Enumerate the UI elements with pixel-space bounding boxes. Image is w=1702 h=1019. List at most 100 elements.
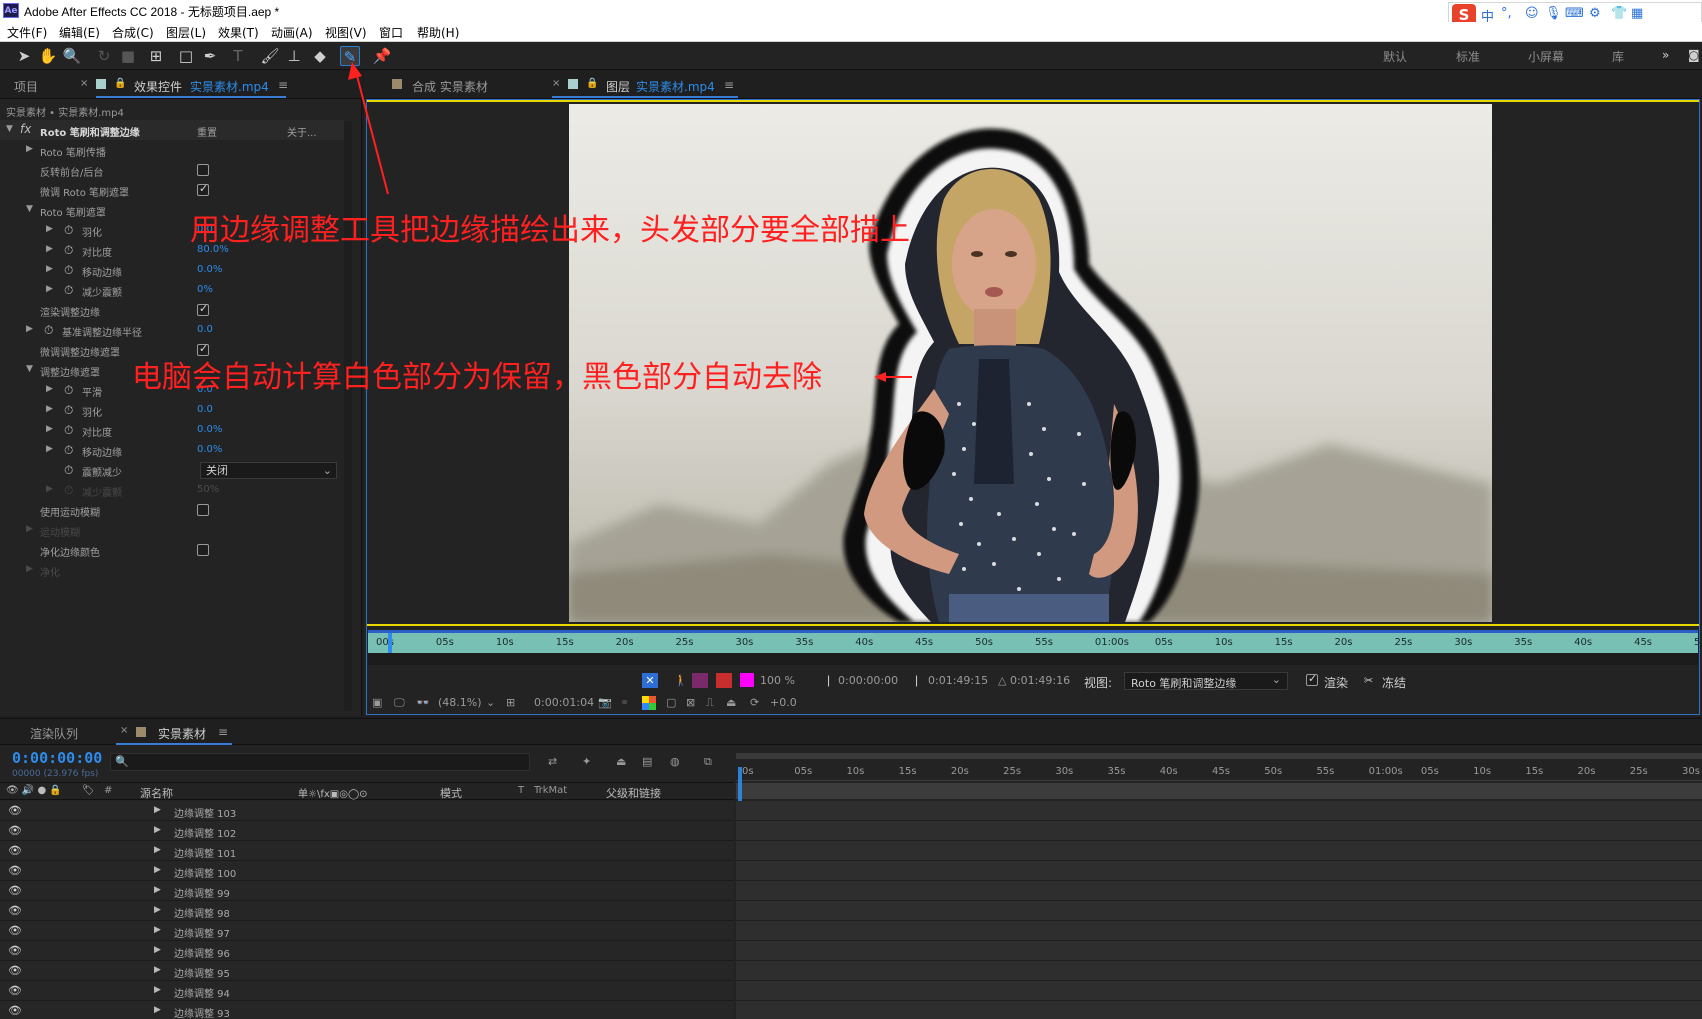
expand-icon[interactable]: ▶ [154,885,161,895]
overlay-opacity[interactable]: 100 % [760,674,795,687]
label-icon[interactable]: 🏷 [82,785,95,796]
set-out-point-icon[interactable]: ❘ [912,674,921,687]
expand-icon[interactable]: ▶ [154,845,161,855]
expand-icon[interactable]: ▶ [26,324,33,334]
tab-timeline-comp[interactable]: 实景素材 [158,725,206,742]
stopwatch-icon[interactable]: ⏱ [64,443,73,458]
pen-tool-icon[interactable]: ✒ [200,46,220,66]
frame-blending-icon[interactable]: ▤ [642,755,652,768]
workspace-default[interactable]: 默认 [1383,48,1407,65]
exposure-value[interactable]: +0.0 [770,696,797,709]
tab-close-icon[interactable]: × [80,78,88,89]
graph-editor-icon[interactable]: ⧉ [704,755,712,769]
layer-track[interactable] [736,801,1702,821]
menu-effect[interactable]: 效果(T) [218,24,259,41]
workspace-library[interactable]: 库 [1612,48,1624,65]
magnification[interactable]: (48.1%) [438,696,482,709]
prop-value[interactable]: 0.0% [197,424,222,435]
channels-icon[interactable] [642,696,656,710]
layer-track[interactable] [736,841,1702,861]
workspace-small-screen[interactable]: 小屏幕 [1528,48,1564,65]
prop-shift-edge-2[interactable]: ▶ ⏱ 移动边缘 0.0% [0,440,344,460]
visibility-eye-icon[interactable]: 👁 [8,864,22,877]
prop-value[interactable]: 0.0% [197,444,222,455]
expand-icon[interactable]: ▶ [154,825,161,835]
layer-row[interactable]: 👁 ▶ 边缘调整 96 [0,941,734,961]
prop-invert[interactable]: 反转前台/后台 [0,160,344,180]
lock-icon[interactable]: 🔒 [114,78,126,89]
hand-tool-icon[interactable]: ✋ [38,46,58,66]
prop-reduce-chatter[interactable]: ▶ ⏱ 减少震颤 0% [0,280,344,300]
panel-menu-icon[interactable]: ≡ [278,78,288,92]
expand-icon[interactable]: ▶ [46,264,53,274]
expand-icon[interactable]: ▶ [154,945,161,955]
skin-icon[interactable]: 👕 [1611,6,1627,21]
menu-window[interactable]: 窗口 [379,24,403,41]
layer-track[interactable] [736,941,1702,961]
visibility-eye-icon[interactable]: 👁 [8,884,22,897]
expand-icon[interactable]: ▶ [154,965,161,975]
fast-previews-icon[interactable]: ⏏ [726,696,736,709]
workspace-standard[interactable]: 标准 [1456,48,1480,65]
snapshot-icon[interactable]: 📷 [598,696,612,709]
set-in-point-icon[interactable]: ❘ [824,674,833,687]
always-preview-icon[interactable]: ▣ [372,696,382,709]
expand-icon[interactable]: ▶ [154,865,161,875]
render-refine-checkbox[interactable] [197,302,209,316]
stopwatch-icon[interactable]: ⏱ [64,223,73,238]
invert-checkbox[interactable] [197,164,209,176]
rotate-tool-icon[interactable]: ↻ [94,46,114,66]
draft-3d-icon[interactable]: ✦ [582,755,591,768]
toolbox-icon[interactable]: ⚙ [1589,6,1601,21]
prop-use-motion-blur[interactable]: 使用运动模糊 [0,500,344,520]
expand-icon[interactable]: ▶ [154,1005,161,1015]
prop-value[interactable]: 0.0 [197,404,213,415]
overlay-color-swatch[interactable] [740,673,754,687]
visibility-eye-icon[interactable]: 👁 [8,844,22,857]
layer-track[interactable] [736,1001,1702,1019]
panel-menu-icon[interactable]: ≡ [218,725,228,739]
visibility-eye-icon[interactable]: 👁 [8,1004,22,1017]
reset-link[interactable]: 重置 [197,124,217,139]
eraser-tool-icon[interactable]: ◆ [310,46,330,66]
layer-track[interactable] [736,961,1702,981]
layer-row[interactable]: 👁 ▶ 边缘调整 101 [0,841,734,861]
decontaminate-checkbox[interactable] [197,544,209,556]
expand-icon[interactable]: ▶ [46,444,53,454]
clone-stamp-tool-icon[interactable]: ⊥ [284,46,304,66]
chatter-reduction-select[interactable]: 关闭 ⌄ [200,462,337,479]
prop-refine-roto[interactable]: 微调 Roto 笔刷遮罩 [0,180,344,200]
region-of-interest-icon[interactable]: ▢ [666,696,676,709]
pan-behind-tool-icon[interactable]: ⊞ [146,46,166,66]
menu-layer[interactable]: 图层(L) [166,24,206,41]
collapse-icon[interactable]: ▼ [26,364,33,374]
prop-render-refine[interactable]: 渲染调整边缘 [0,300,344,320]
visibility-eye-icon[interactable]: 👁 [8,804,22,817]
expand-icon[interactable]: ▶ [46,404,53,414]
vr-glasses-icon[interactable]: 👓 [416,696,430,709]
microphone-icon[interactable]: 🎙 [1545,6,1562,21]
freeze-button[interactable]: 冻结 [1382,674,1406,691]
expand-icon[interactable]: ▶ [46,384,53,394]
prop-base-radius[interactable]: ▶ ⏱ 基准调整边缘半径 0.0 [0,320,344,340]
layer-track[interactable] [736,881,1702,901]
alpha-overlay-icon[interactable] [716,673,732,688]
layer-row[interactable]: 👁 ▶ 边缘调整 99 [0,881,734,901]
timeline-time-ruler[interactable]: 0s 05s 10s 15s 20s 25s 30s 35s 40s 45s 50s 55s 01:00… [736,763,1702,781]
expand-icon[interactable]: ▶ [46,284,53,294]
work-area-bar[interactable] [736,783,1702,799]
menu-file[interactable]: 文件(F) [7,24,47,41]
layer-row[interactable]: 👁 ▶ 边缘调整 97 [0,921,734,941]
layer-track[interactable] [736,861,1702,881]
search-help-icon[interactable]: ◙ [1688,48,1700,62]
reset-exposure-icon[interactable]: ⟳ [750,696,759,709]
zoom-tool-icon[interactable]: 🔍 [62,46,82,66]
rectangle-tool-icon[interactable]: □ [176,46,196,66]
menu-composition[interactable]: 合成(C) [112,24,154,41]
prop-decontaminate[interactable]: 净化边缘颜色 [0,540,344,560]
shy-layers-icon[interactable]: ⏏ [616,755,626,768]
refine-roto-checkbox[interactable] [197,182,209,196]
visibility-eye-icon[interactable]: 👁 [8,964,22,977]
expand-icon[interactable]: ▶ [46,244,53,254]
visibility-eye-icon[interactable]: 👁 [8,904,22,917]
